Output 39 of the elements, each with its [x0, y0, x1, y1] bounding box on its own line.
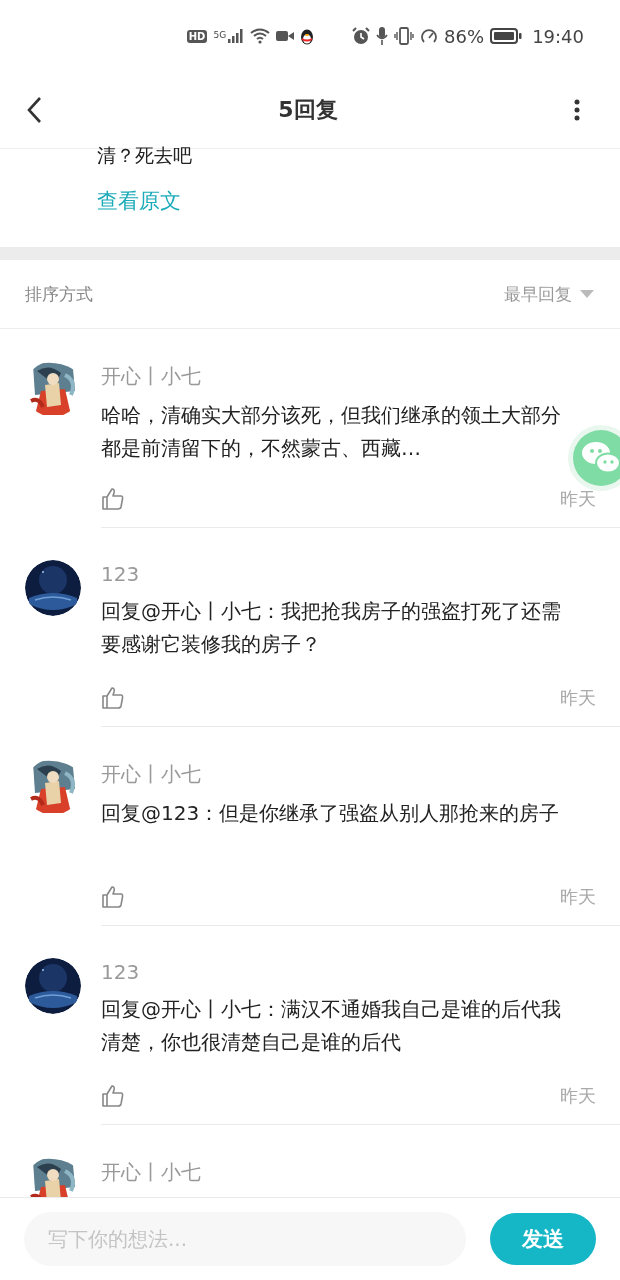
- comment-time: 昨天: [560, 885, 596, 909]
- comment-text: 哈哈，清确实大部分该死，但我们继承的领土大部分都是前清留下的，不然蒙古、西藏…: [101, 402, 562, 462]
- back-icon[interactable]: [26, 96, 42, 124]
- wifi-icon: [250, 28, 271, 44]
- hd-badge: HD: [186, 29, 208, 43]
- network-label: 5G: [213, 29, 227, 40]
- user-name[interactable]: 开心丨小七: [101, 363, 201, 390]
- alarm-clock-icon: [352, 27, 371, 45]
- comment-text: 回复@开心丨小七：我把抢我房子的强盗打死了还需要感谢它装修我的房子？: [101, 598, 562, 658]
- comment-time: 昨天: [560, 686, 596, 710]
- thumbs-up-icon[interactable]: [101, 686, 125, 710]
- battery-icon: [490, 28, 523, 44]
- caret-icon: [580, 290, 594, 298]
- user-name[interactable]: 开心丨小七: [101, 761, 201, 788]
- user-name[interactable]: 123: [101, 960, 140, 984]
- page-title: 5回复: [278, 96, 338, 124]
- sort-dropdown[interactable]: 最早回复: [504, 282, 594, 306]
- signal-icon: [228, 29, 245, 43]
- vibrate-icon: [394, 27, 415, 45]
- comment-text: 回复@123：但是你继承了强盗从别人那抢来的房子: [101, 800, 561, 827]
- thumbs-up-icon[interactable]: [101, 1084, 125, 1108]
- thumbs-up-icon[interactable]: [101, 885, 125, 909]
- more-icon[interactable]: [574, 99, 580, 121]
- clock-time: 19:40: [532, 25, 584, 47]
- thumbs-up-icon[interactable]: [101, 487, 125, 511]
- user-name[interactable]: 开心丨小七: [101, 1159, 201, 1186]
- microphone-icon: [376, 27, 389, 45]
- view-original-link[interactable]: 查看原文: [97, 187, 181, 215]
- send-button[interactable]: 发送: [490, 1213, 596, 1265]
- sort-label: 排序方式: [25, 282, 93, 306]
- penguin-icon: [300, 27, 315, 45]
- battery-percent: 86%: [444, 25, 485, 47]
- comment-time: 昨天: [560, 1084, 596, 1108]
- video-camera-icon: [276, 30, 295, 42]
- comment-text: 回复@开心丨小七：满汉不通婚我自己是谁的后代我清楚，你也很清楚自己是谁的后代: [101, 996, 562, 1056]
- comment-time: 昨天: [560, 487, 596, 511]
- original-post-text: 清？死去吧: [97, 143, 193, 167]
- speedometer-icon: [420, 27, 439, 45]
- user-name[interactable]: 123: [101, 562, 140, 586]
